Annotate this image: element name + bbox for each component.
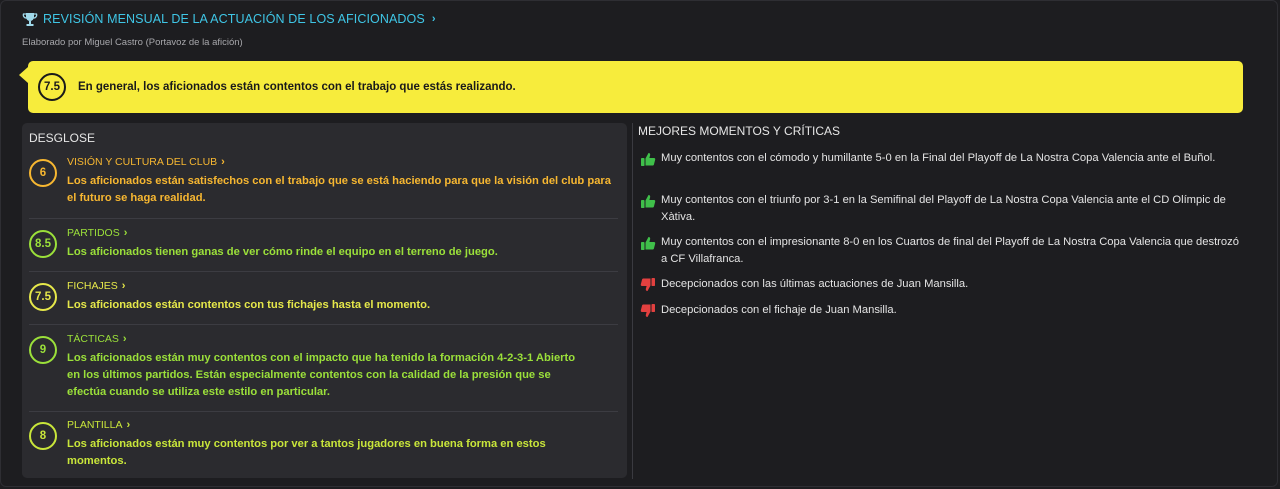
page-title: REVISIÓN MENSUAL DE LA ACTUACIÓN DE LOS … (43, 12, 425, 26)
chevron-right-icon: › (122, 333, 127, 345)
thumbs-up-icon (641, 153, 656, 166)
thumbs-down-icon (640, 278, 655, 291)
thumbs-down-icon (640, 304, 655, 317)
chevron-right-icon: › (123, 227, 128, 239)
rating-badge: 9 (29, 336, 57, 364)
summary-text: En general, los aficionados están conten… (78, 81, 516, 93)
moment-text: Decepcionados con el fichaje de Juan Man… (661, 304, 897, 316)
category-description: Los aficionados están satisfechos con el… (67, 175, 612, 204)
breakdown-item-tacticas: 9 TÁCTICAS › Los aficionados están muy c… (29, 333, 618, 412)
trophy-icon (22, 13, 38, 26)
breakdown-panel: DESGLOSE 6 VISIÓN Y CULTURA DEL CLUB › L… (22, 123, 627, 478)
summary-pointer (19, 67, 28, 83)
moment-item: Muy contentos con el cómodo y humillante… (640, 150, 1240, 167)
moment-item: Decepcionados con el fichaje de Juan Man… (640, 302, 1240, 319)
summary-banner: 7.5 En general, los aficionados están co… (19, 61, 1243, 113)
category-description: Los aficionados están muy contentos con … (67, 352, 576, 398)
chevron-right-icon: › (431, 13, 436, 25)
category-label: TÁCTICAS (67, 333, 119, 345)
chevron-right-icon: › (221, 156, 225, 168)
breakdown-item-partidos: 8.5 PARTIDOS › Los aficionados tienen ga… (29, 227, 618, 272)
moments-title: MEJORES MOMENTOS Y CRÍTICAS (638, 124, 841, 138)
breakdown-item-plantilla: 8 PLANTILLA › Los aficionados están muy … (29, 419, 618, 475)
rating-badge: 8 (29, 422, 57, 450)
category-link-vision[interactable]: VISIÓN Y CULTURA DEL CLUB › (67, 156, 225, 168)
rating-badge: 8.5 (29, 230, 57, 258)
category-description: Los aficionados están contentos con tus … (67, 299, 431, 311)
category-link-tacticas[interactable]: TÁCTICAS › (67, 333, 127, 345)
overall-rating-badge: 7.5 (38, 73, 66, 101)
moment-text: Decepcionados con las últimas actuacione… (661, 278, 969, 290)
panel-divider (632, 123, 633, 479)
thumbs-up-icon (641, 195, 656, 208)
category-label: PARTIDOS (67, 227, 120, 239)
moment-text: Muy contentos con el triunfo por 3-1 en … (661, 194, 1226, 223)
header: REVISIÓN MENSUAL DE LA ACTUACIÓN DE LOS … (22, 11, 435, 48)
category-description: Los aficionados tienen ganas de ver cómo… (67, 246, 498, 258)
chevron-right-icon: › (121, 280, 126, 292)
moment-text: Muy contentos con el impresionante 8-0 e… (661, 236, 1239, 265)
category-label: VISIÓN Y CULTURA DEL CLUB (67, 156, 218, 168)
page-subtitle: Elaborado por Miguel Castro (Portavoz de… (22, 37, 243, 48)
category-description: Los aficionados están muy contentos por … (67, 438, 546, 467)
moment-item: Decepcionados con las últimas actuacione… (640, 276, 1240, 293)
breakdown-item-fichajes: 7.5 FICHAJES › Los aficionados están con… (29, 280, 618, 325)
category-link-plantilla[interactable]: PLANTILLA › (67, 419, 130, 431)
chevron-right-icon: › (126, 419, 131, 431)
moment-item: Muy contentos con el impresionante 8-0 e… (640, 234, 1240, 268)
thumbs-up-icon (641, 237, 656, 250)
rating-badge: 6 (29, 159, 57, 187)
moment-item: Muy contentos con el triunfo por 3-1 en … (640, 192, 1240, 226)
category-link-partidos[interactable]: PARTIDOS › (67, 227, 127, 239)
breakdown-item-vision: 6 VISIÓN Y CULTURA DEL CLUB › Los aficio… (29, 156, 618, 219)
category-label: FICHAJES (67, 280, 118, 292)
category-link-fichajes[interactable]: FICHAJES › (67, 280, 125, 292)
rating-badge: 7.5 (29, 283, 57, 311)
moment-text: Muy contentos con el cómodo y humillante… (661, 152, 1216, 164)
page-title-link[interactable]: REVISIÓN MENSUAL DE LA ACTUACIÓN DE LOS … (22, 11, 435, 27)
breakdown-title: DESGLOSE (29, 131, 96, 145)
category-label: PLANTILLA (67, 419, 123, 431)
